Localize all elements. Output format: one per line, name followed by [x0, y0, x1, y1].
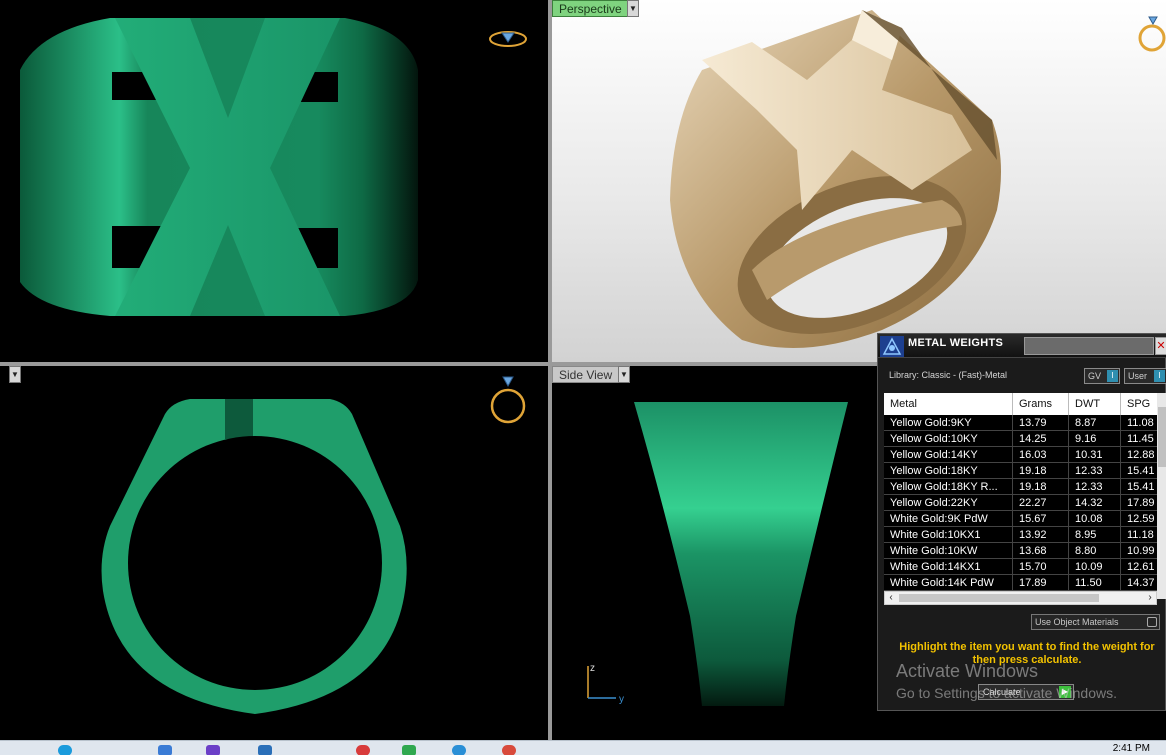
- column-header-grams[interactable]: Grams: [1013, 393, 1069, 415]
- column-header-metal[interactable]: Metal: [884, 393, 1013, 415]
- scroll-left-icon[interactable]: ‹: [885, 592, 897, 604]
- app-icon[interactable]: [502, 745, 516, 755]
- ring-orientation-icon[interactable]: [488, 27, 528, 51]
- table-cell-metal: Yellow Gold:10KY: [884, 431, 1013, 447]
- watermark-subtitle: Go to Settings to activate Windows.: [896, 685, 1117, 701]
- table-cell-grams: 19.18: [1013, 463, 1069, 479]
- viewport-perspective[interactable]: Perspective ▼: [552, 0, 1166, 362]
- table-row[interactable]: White Gold:10KX1 13.92 8.95 11.18: [884, 527, 1166, 543]
- table-cell-dwt: 12.33: [1069, 479, 1121, 495]
- browser-icon[interactable]: [58, 745, 72, 755]
- table-cell-dwt: 8.87: [1069, 415, 1121, 431]
- gv-toggle-icon: I: [1107, 370, 1118, 382]
- close-icon[interactable]: ✕: [1155, 337, 1166, 355]
- table-cell-grams: 16.03: [1013, 447, 1069, 463]
- table-cell-grams: 15.67: [1013, 511, 1069, 527]
- table-row[interactable]: Yellow Gold:18KY 19.18 12.33 15.41: [884, 463, 1166, 479]
- table-row[interactable]: White Gold:9K PdW 15.67 10.08 12.59: [884, 511, 1166, 527]
- app-icon[interactable]: [158, 745, 172, 755]
- user-label: User: [1128, 371, 1148, 381]
- app-icon[interactable]: [402, 745, 416, 755]
- gv-toggle[interactable]: GV I: [1084, 368, 1120, 384]
- table-row[interactable]: White Gold:14K PdW 17.89 11.50 14.37: [884, 575, 1166, 591]
- table-cell-metal: Yellow Gold:18KY: [884, 463, 1013, 479]
- viewport-top[interactable]: [0, 0, 548, 362]
- library-label: Library: Classic - (Fast)-Metal: [889, 370, 1008, 380]
- table-cell-dwt: 11.50: [1069, 575, 1121, 591]
- table-horizontal-scrollbar[interactable]: ‹ ›: [884, 591, 1157, 605]
- table-cell-dwt: 10.09: [1069, 559, 1121, 575]
- table-cell-dwt: 10.31: [1069, 447, 1121, 463]
- table-cell-metal: White Gold:10KX1: [884, 527, 1013, 543]
- ring-front-view: [101, 399, 407, 714]
- table-cell-grams: 13.68: [1013, 543, 1069, 559]
- table-cell-dwt: 12.33: [1069, 463, 1121, 479]
- watermark-title: Activate Windows: [896, 661, 1039, 681]
- table-row[interactable]: White Gold:14KX1 15.70 10.09 12.61: [884, 559, 1166, 575]
- user-toggle[interactable]: User I: [1124, 368, 1166, 384]
- table-row[interactable]: Yellow Gold:18KY R... 19.18 12.33 15.41: [884, 479, 1166, 495]
- scroll-thumb[interactable]: [899, 594, 1099, 602]
- table-row[interactable]: Yellow Gold:10KY 14.25 9.16 11.45: [884, 431, 1166, 447]
- table-cell-grams: 15.70: [1013, 559, 1069, 575]
- table-row[interactable]: Yellow Gold:9KY 13.79 8.87 11.08: [884, 415, 1166, 431]
- metal-weights-table: Metal Grams DWT SPG Yellow Gold:9KY 13.79…: [884, 393, 1166, 599]
- ring-orientation-icon[interactable]: [488, 374, 528, 428]
- table-row[interactable]: Yellow Gold:22KY 22.27 14.32 17.89: [884, 495, 1166, 511]
- table-cell-metal: White Gold:14KX1: [884, 559, 1013, 575]
- app-icon[interactable]: [452, 745, 466, 755]
- table-cell-dwt: 14.32: [1069, 495, 1121, 511]
- ring-perspective-view: [670, 10, 1001, 348]
- axis-z-label: z: [590, 663, 595, 674]
- column-header-dwt[interactable]: DWT: [1069, 393, 1121, 415]
- table-cell-metal: White Gold:10KW: [884, 543, 1013, 559]
- table-header: Metal Grams DWT SPG: [884, 393, 1166, 415]
- table-cell-grams: 19.18: [1013, 479, 1069, 495]
- panel-title: METAL WEIGHTS: [908, 337, 1004, 349]
- table-cell-grams: 13.79: [1013, 415, 1069, 431]
- viewport-divider-vertical[interactable]: [548, 0, 552, 740]
- use-object-materials-option[interactable]: Use Object Materials: [1031, 614, 1160, 630]
- table-cell-dwt: 10.08: [1069, 511, 1121, 527]
- app-icon[interactable]: [356, 745, 370, 755]
- system-clock[interactable]: 2:41 PM: [1113, 743, 1150, 754]
- table-cell-metal: Yellow Gold:14KY: [884, 447, 1013, 463]
- table-cell-dwt: 8.95: [1069, 527, 1121, 543]
- table-cell-grams: 17.89: [1013, 575, 1069, 591]
- table-row[interactable]: Yellow Gold:14KY 16.03 10.31 12.88: [884, 447, 1166, 463]
- table-cell-grams: 22.27: [1013, 495, 1069, 511]
- gv-label: GV: [1088, 371, 1102, 381]
- axis-y-label: y: [619, 694, 624, 705]
- option-toggle-icon[interactable]: [1147, 617, 1157, 627]
- table-cell-dwt: 8.80: [1069, 543, 1121, 559]
- scroll-thumb[interactable]: [1158, 407, 1166, 467]
- table-cell-dwt: 9.16: [1069, 431, 1121, 447]
- matrix-logo-icon: [880, 336, 904, 357]
- table-cell-metal: Yellow Gold:9KY: [884, 415, 1013, 431]
- taskbar: 2:41 PM: [0, 740, 1166, 755]
- table-cell-grams: 14.25: [1013, 431, 1069, 447]
- app-icon[interactable]: [258, 745, 272, 755]
- table-cell-metal: White Gold:14K PdW: [884, 575, 1013, 591]
- table-cell-metal: Yellow Gold:18KY R...: [884, 479, 1013, 495]
- table-row[interactable]: White Gold:10KW 13.68 8.80 10.99: [884, 543, 1166, 559]
- user-toggle-icon: I: [1154, 370, 1165, 382]
- table-vertical-scrollbar[interactable]: [1157, 393, 1166, 599]
- app-icon[interactable]: [206, 745, 220, 755]
- metal-weights-panel: METAL WEIGHTS ✕ Library: Classic - (Fast…: [877, 333, 1166, 711]
- table-cell-metal: Yellow Gold:22KY: [884, 495, 1013, 511]
- ring-top-view: [20, 18, 418, 316]
- viewport-front[interactable]: ▼: [0, 366, 548, 740]
- panel-titlebar[interactable]: METAL WEIGHTS ✕: [878, 334, 1166, 358]
- cad-workspace: Perspective ▼ ▼ Side View ▼ z y METAL WE…: [0, 0, 1166, 755]
- use-object-materials-label: Use Object Materials: [1035, 617, 1119, 627]
- table-cell-metal: White Gold:9K PdW: [884, 511, 1013, 527]
- table-cell-grams: 13.92: [1013, 527, 1069, 543]
- panel-title-bar-fill: [1024, 337, 1154, 355]
- scroll-right-icon[interactable]: ›: [1144, 592, 1156, 604]
- activation-watermark: Activate Windows Go to Settings to activ…: [896, 660, 1117, 704]
- ring-orientation-icon[interactable]: [1134, 14, 1166, 54]
